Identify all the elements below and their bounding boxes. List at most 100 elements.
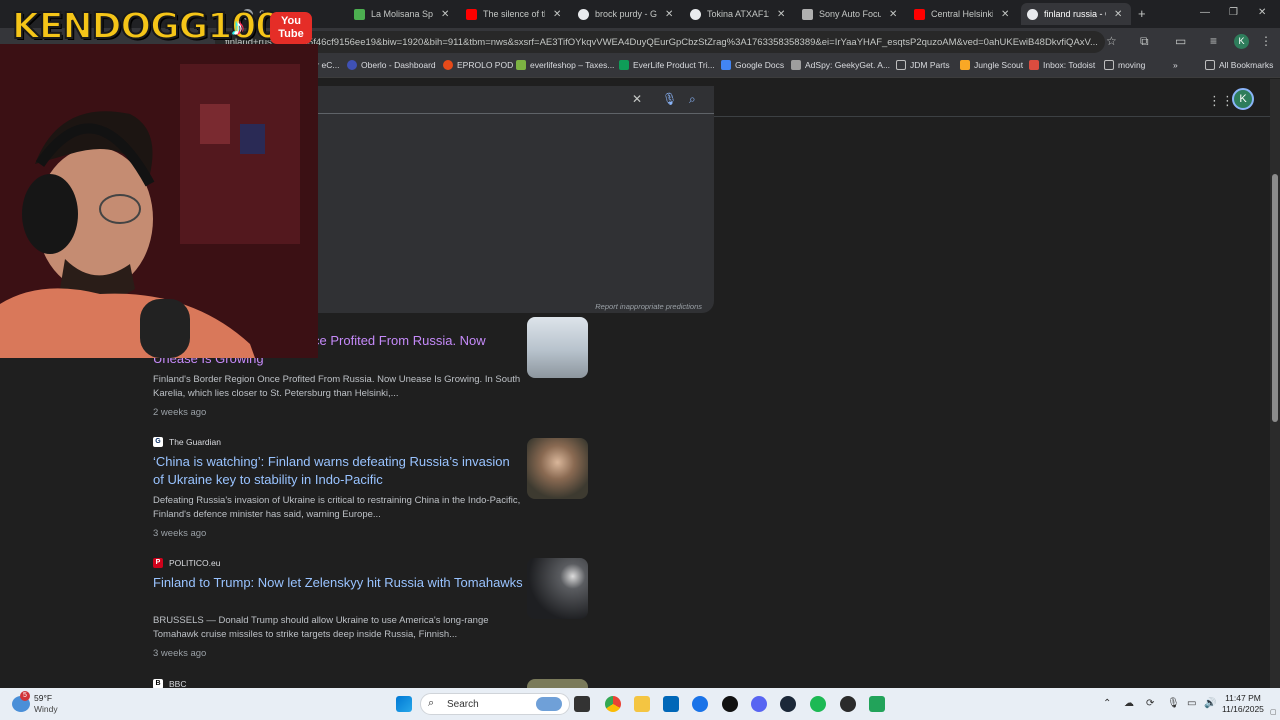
bookmarks-overflow-icon[interactable]: » [1173,60,1178,70]
result-thumbnail[interactable] [527,558,588,619]
bookmark-item[interactable]: EPROLO POD [443,60,513,70]
adspy-icon [791,60,801,70]
extensions-icon[interactable]: ⧉ [1140,34,1149,49]
address-bar[interactable]: finland+rus... sv=9b5f46cf9156ee19&biw=1… [215,31,1105,53]
bookmark-item[interactable]: EverLife Product Tri... [619,60,715,70]
search-input[interactable] [300,86,714,114]
tab-la-molisana[interactable]: La Molisana Spag ✕ [348,3,458,25]
bookmark-item[interactable]: Jungle Scout [960,60,1023,70]
tab-central-helsinki[interactable]: Central Helsinki R ✕ [908,3,1018,25]
result-title-link[interactable]: ‘China is watching’: Finland warns defea… [153,453,523,488]
weather-badge: 5 [20,691,30,701]
result-source[interactable]: P POLITICO.eu [153,558,221,568]
discord-icon[interactable] [751,696,767,712]
bookmark-item[interactable]: Oberlo - Dashboard [347,60,436,70]
result-snippet: Finland's Border Region Once Profited Fr… [153,374,521,399]
bookmark-item[interactable]: everlifeshop – Taxes... [516,60,614,70]
google-favicon-icon [690,8,701,20]
bookmark-item[interactable]: moving [1104,60,1145,70]
result-snippet: Defeating Russia's invasion of Ukraine i… [153,495,521,520]
microphone-icon[interactable]: 🎙 [1167,698,1180,709]
menu-icon[interactable]: ⋮ [1260,34,1272,48]
bookmark-item[interactable]: AdSpy: GeekyGet. A... [791,60,890,70]
clear-search-icon[interactable]: ✕ [632,92,642,106]
obs-icon[interactable] [840,696,856,712]
chrome-icon[interactable] [605,696,621,712]
notification-icon[interactable]: ▢ [1270,708,1277,716]
weather-temp[interactable]: 59°F [34,693,52,703]
result-thumbnail[interactable] [527,679,588,688]
tab-close-icon[interactable]: ✕ [665,9,673,20]
network-icon[interactable]: ▭ [1187,698,1196,709]
report-predictions-link[interactable]: Report inappropriate predictions [595,302,702,311]
result-thumbnail[interactable] [527,317,588,378]
sheets-icon [619,60,629,70]
shopify-icon [516,60,526,70]
app-icon[interactable] [869,696,885,712]
account-avatar[interactable]: K [1232,88,1254,110]
search-icon[interactable]: ⌕ [689,92,696,107]
side-panel-icon[interactable]: ▭ [1175,34,1186,48]
tab-silence[interactable]: The silence of the ✕ [460,3,570,25]
tab-search-icon[interactable]: ≡ [1210,34,1217,48]
bookmark-item[interactable]: JDM Parts [896,60,950,70]
tab-close-icon[interactable]: ✕ [777,9,785,20]
scrollbar-thumb[interactable] [1272,174,1278,422]
result-source[interactable]: G The Guardian [153,437,221,447]
youtube-favicon-icon [914,8,925,20]
tab-finland-russia[interactable]: finland russia - Go ✕ [1021,3,1131,25]
tab-title: Sony Auto Focus [819,9,881,19]
tab-title: brock purdy - Goo [595,9,657,19]
tab-title: The silence of the [483,9,545,19]
profile-avatar[interactable]: K [1234,34,1249,49]
tray-overflow-icon[interactable]: ⌃ [1103,698,1111,709]
tab-close-icon[interactable]: ✕ [553,9,561,20]
tab-sony[interactable]: Sony Auto Focus ✕ [796,3,906,25]
steam-icon[interactable] [780,696,796,712]
folder-icon [896,60,906,70]
tab-brock-purdy[interactable]: brock purdy - Goo ✕ [572,3,682,25]
volume-icon[interactable]: 🔊 [1204,698,1216,709]
system-clock[interactable]: 11:47 PM 11/16/2025 [1222,693,1264,715]
tab-close-icon[interactable]: ✕ [1114,9,1122,20]
result-date: 3 weeks ago [153,648,207,659]
minimize-icon[interactable]: — [1200,7,1210,18]
bookmark-item[interactable]: Google Docs [721,60,784,70]
tab-close-icon[interactable]: ✕ [1001,9,1009,20]
tab-tokina[interactable]: Tokina ATXAF116 ✕ [684,3,794,25]
folder-icon [1104,60,1114,70]
spotify-icon[interactable] [810,696,826,712]
voice-search-icon[interactable]: 🎙 [662,92,677,106]
chatgpt-icon[interactable] [722,696,738,712]
all-bookmarks[interactable]: All Bookmarks [1205,60,1273,70]
youtube-logo-icon: You Tube [270,12,312,44]
outlook-icon[interactable] [692,696,708,712]
store-icon[interactable] [663,696,679,712]
bookmark-star-icon[interactable]: ☆ [1106,34,1117,48]
webcam-overlay [0,44,318,358]
bookmark-item[interactable]: Inbox: Todoist [1029,60,1095,70]
tab-title: La Molisana Spag [371,9,433,19]
page-scrollbar[interactable] [1270,79,1280,688]
new-tab-icon[interactable]: + [1138,6,1146,21]
result-snippet: BRUSSELS — Donald Trump should allow Ukr… [153,615,489,640]
google-favicon-icon [1027,8,1038,20]
weather-desc: Windy [34,704,58,714]
onedrive-icon[interactable]: ☁ [1124,698,1134,709]
start-button-icon[interactable] [396,696,412,712]
streamer-figure [0,44,318,358]
close-window-icon[interactable]: ✕ [1258,7,1266,18]
docs-icon [721,60,731,70]
tab-close-icon[interactable]: ✕ [889,9,897,20]
tab-close-icon[interactable]: ✕ [441,9,449,20]
file-explorer-icon[interactable] [634,696,650,712]
youtube-favicon-icon [466,8,477,20]
tiktok-icon: ♪ [232,14,244,41]
todoist-icon [1029,60,1039,70]
task-view-icon[interactable] [574,696,590,712]
result-title-link[interactable]: Finland to Trump: Now let Zelenskyy hit … [153,574,523,592]
restore-icon[interactable]: ❐ [1229,7,1238,18]
search-highlight-icon [536,697,562,711]
sync-icon[interactable]: ⟳ [1146,698,1154,709]
result-thumbnail[interactable] [527,438,588,499]
